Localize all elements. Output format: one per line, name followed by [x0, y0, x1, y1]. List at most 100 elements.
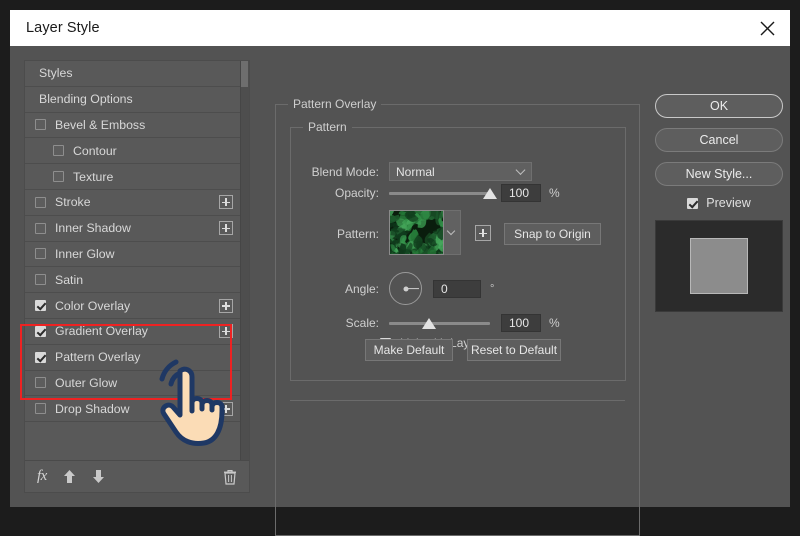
- arrow-down-glyph: [92, 469, 105, 484]
- trash-glyph: [223, 469, 237, 485]
- pattern-leaf: [402, 249, 411, 255]
- trash-icon[interactable]: [223, 469, 237, 485]
- effect-row-label: Pattern Overlay: [55, 350, 140, 364]
- preview-thumbnail: [655, 220, 783, 312]
- opacity-unit: %: [549, 186, 560, 200]
- effect-row-drop-shadow[interactable]: Drop Shadow: [25, 396, 249, 422]
- plus-square-icon[interactable]: [219, 324, 233, 338]
- right-button-column: OK Cancel New Style... Preview: [655, 94, 783, 312]
- effect-row-label: Styles: [39, 66, 73, 80]
- pattern-leaf: [415, 254, 424, 255]
- effect-checkbox[interactable]: [35, 300, 46, 311]
- effect-checkbox[interactable]: [35, 223, 46, 234]
- panel-divider: [290, 400, 625, 401]
- make-default-button[interactable]: Make Default: [365, 339, 453, 361]
- opacity-slider[interactable]: [389, 186, 490, 200]
- blend-mode-select[interactable]: Normal: [389, 162, 532, 181]
- effect-row-label: Outer Glow: [55, 376, 117, 390]
- effect-row-outer-glow[interactable]: Outer Glow: [25, 371, 249, 397]
- close-glyph: [760, 21, 775, 36]
- effect-row-inner-shadow[interactable]: Inner Shadow: [25, 216, 249, 242]
- effect-checkbox[interactable]: [35, 197, 46, 208]
- angle-unit: °: [490, 283, 494, 295]
- effect-checkbox[interactable]: [35, 403, 46, 414]
- fx-icon[interactable]: fx: [37, 468, 47, 485]
- effect-checkbox[interactable]: [35, 119, 46, 130]
- blend-mode-row: Blend Mode: Normal: [291, 162, 625, 181]
- plus-square-icon[interactable]: [219, 221, 233, 235]
- opacity-slider-track: [389, 192, 490, 195]
- effect-row-stroke[interactable]: Stroke: [25, 190, 249, 216]
- title-bar: Layer Style: [10, 10, 790, 46]
- effect-row-label: Color Overlay: [55, 299, 130, 313]
- cancel-button[interactable]: Cancel: [655, 128, 783, 152]
- plus-square-icon[interactable]: [219, 195, 233, 209]
- effect-row-label: Inner Glow: [55, 247, 114, 261]
- plus-square-icon[interactable]: [219, 402, 233, 416]
- preview-square: [690, 238, 748, 294]
- opacity-input[interactable]: 100: [501, 184, 541, 202]
- effect-row-texture[interactable]: Texture: [25, 164, 249, 190]
- snap-to-origin-button[interactable]: Snap to Origin: [504, 223, 601, 245]
- angle-row: Angle: 0 °: [291, 272, 625, 305]
- ok-button[interactable]: OK: [655, 94, 783, 118]
- effect-checkbox[interactable]: [53, 171, 64, 182]
- arrow-up-glyph: [63, 469, 76, 484]
- pattern-swatch[interactable]: [389, 210, 444, 255]
- scale-slider[interactable]: [389, 316, 490, 330]
- effects-scrollbar-thumb[interactable]: [241, 61, 248, 87]
- effects-panel: Styles Blending Options Bevel & Emboss Cont…: [24, 60, 250, 493]
- effect-row-label: Blending Options: [39, 92, 133, 106]
- layer-style-dialog: Layer Style Styles Blending Options Bevel …: [10, 10, 790, 507]
- plus-square-icon[interactable]: [219, 299, 233, 313]
- close-icon[interactable]: [744, 10, 790, 46]
- angle-dial[interactable]: [389, 272, 422, 305]
- effect-row-blending-options[interactable]: Blending Options: [25, 87, 249, 113]
- effect-row-color-overlay[interactable]: Color Overlay: [25, 293, 249, 319]
- effect-checkbox[interactable]: [35, 352, 46, 363]
- effect-row-inner-glow[interactable]: Inner Glow: [25, 242, 249, 268]
- effect-checkbox[interactable]: [35, 274, 46, 285]
- page-title: Layer Style: [10, 20, 100, 36]
- chevron-down-icon: [516, 165, 526, 175]
- scale-row: Scale: 100 %: [291, 314, 625, 332]
- effect-row-label: Stroke: [55, 195, 91, 209]
- effect-row-label: Bevel & Emboss: [55, 118, 145, 132]
- scale-slider-track: [389, 322, 490, 325]
- pattern-overlay-group-title: Pattern Overlay: [288, 97, 381, 111]
- plus-square-icon[interactable]: [475, 225, 491, 241]
- chevron-down-icon: [447, 226, 455, 234]
- effect-checkbox[interactable]: [35, 326, 46, 337]
- pattern-dropdown[interactable]: [444, 210, 461, 255]
- blend-mode-label: Blend Mode:: [291, 165, 379, 179]
- effect-row-contour[interactable]: Contour: [25, 138, 249, 164]
- effects-list[interactable]: Styles Blending Options Bevel & Emboss Cont…: [25, 61, 249, 460]
- effect-row-pattern-overlay[interactable]: Pattern Overlay: [25, 345, 249, 371]
- pattern-leaf: [418, 219, 427, 229]
- scale-input[interactable]: 100: [501, 314, 541, 332]
- arrow-up-icon[interactable]: [63, 469, 76, 484]
- reset-to-default-button[interactable]: Reset to Default: [467, 339, 561, 361]
- arrow-down-icon[interactable]: [92, 469, 105, 484]
- effect-row-bevel-emboss[interactable]: Bevel & Emboss: [25, 113, 249, 139]
- effect-row-label: Inner Shadow: [55, 221, 131, 235]
- effect-checkbox[interactable]: [53, 145, 64, 156]
- effect-row-gradient-overlay[interactable]: Gradient Overlay: [25, 319, 249, 345]
- effect-row-satin[interactable]: Satin: [25, 267, 249, 293]
- pattern-group-title: Pattern: [303, 120, 352, 134]
- new-style-button[interactable]: New Style...: [655, 162, 783, 186]
- effect-row-label: Contour: [73, 144, 117, 158]
- opacity-label: Opacity:: [291, 186, 379, 200]
- scale-slider-thumb[interactable]: [422, 318, 436, 329]
- opacity-row: Opacity: 100 %: [291, 184, 625, 202]
- preview-checkbox[interactable]: [687, 198, 698, 209]
- pattern-picker[interactable]: [389, 210, 461, 255]
- angle-input[interactable]: 0: [433, 280, 481, 298]
- effect-checkbox[interactable]: [35, 248, 46, 259]
- opacity-slider-thumb[interactable]: [483, 188, 497, 199]
- effects-scrollbar[interactable]: [240, 61, 249, 460]
- effects-toolbar: fx: [25, 460, 249, 492]
- effect-checkbox[interactable]: [35, 377, 46, 388]
- effect-row-styles[interactable]: Styles: [25, 61, 249, 87]
- preview-toggle[interactable]: Preview: [655, 196, 783, 210]
